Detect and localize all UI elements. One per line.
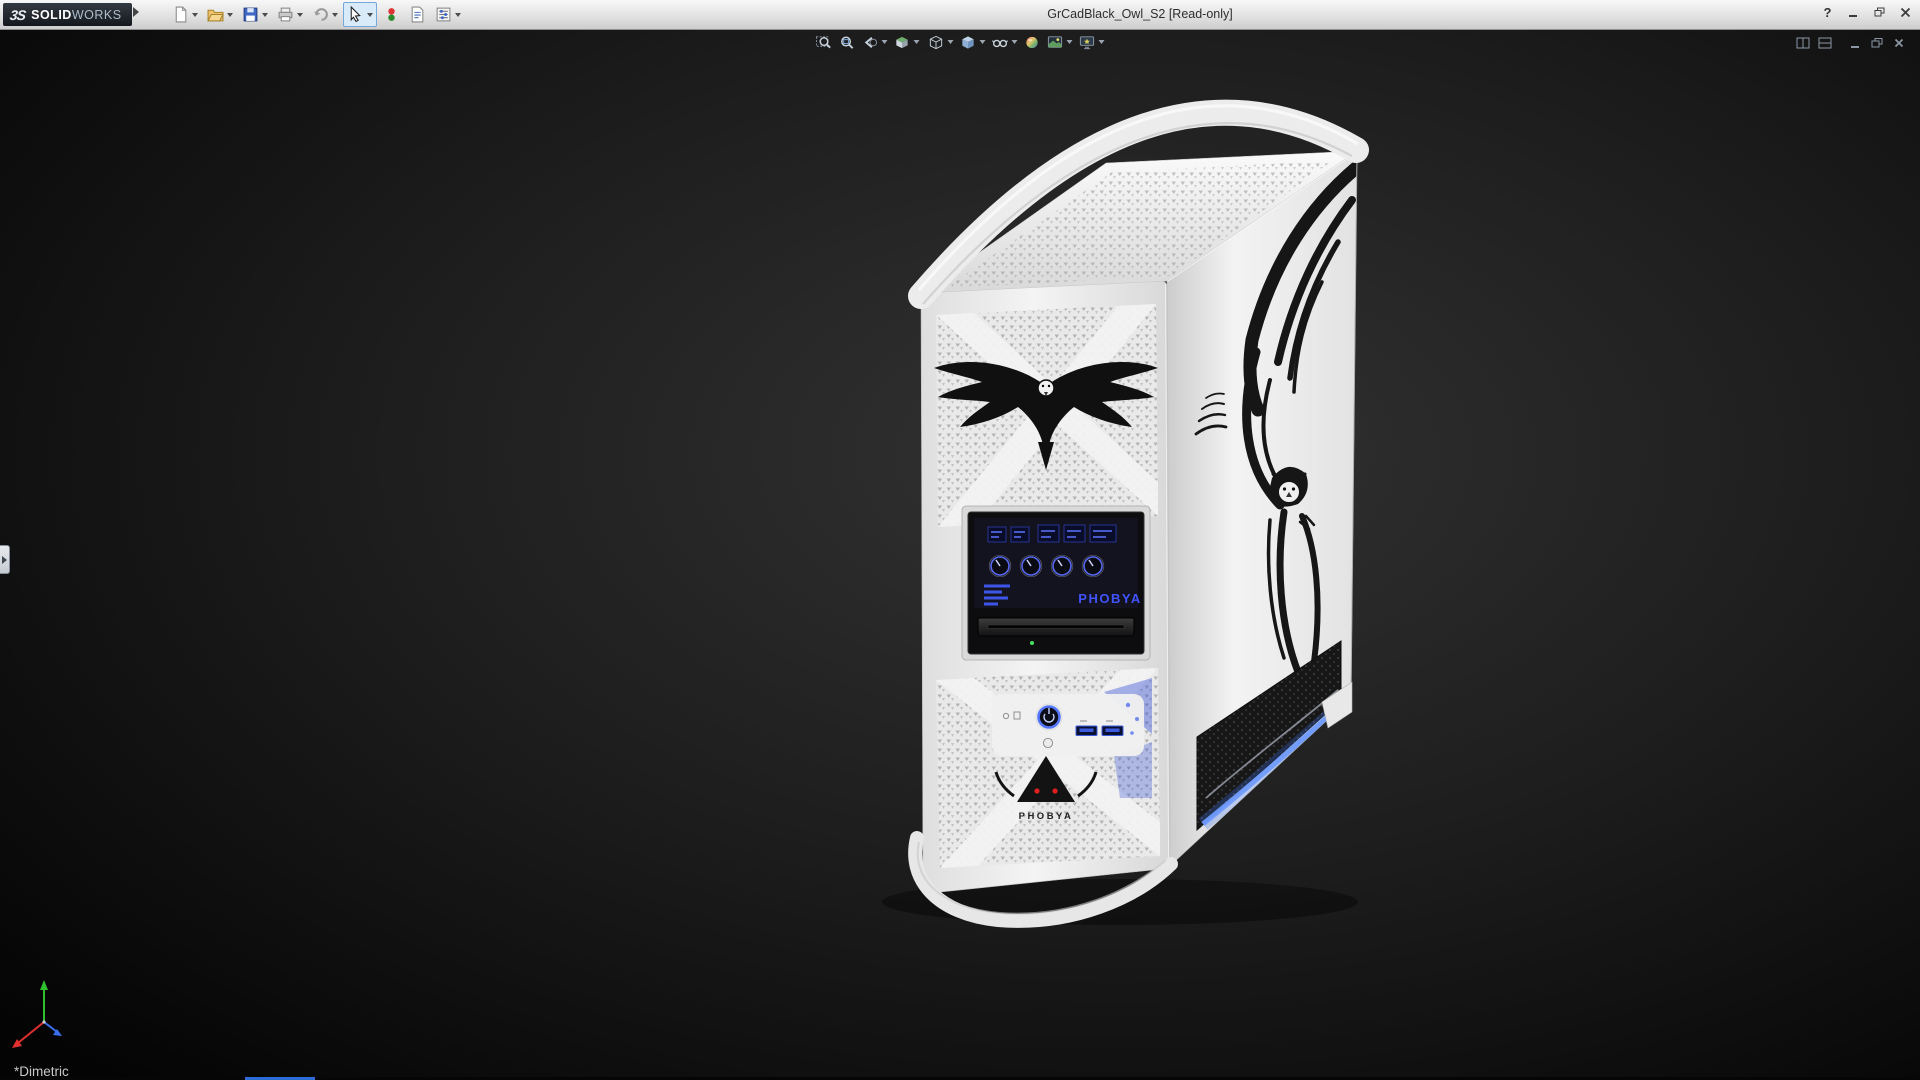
expand-arrow-icon	[2, 556, 7, 564]
file-properties-button[interactable]	[405, 2, 430, 27]
tile-vertical-button[interactable]	[1796, 36, 1810, 50]
close-button[interactable]	[1897, 4, 1914, 21]
view-orientation-button[interactable]	[926, 31, 956, 53]
open-button[interactable]	[203, 2, 237, 27]
dropdown-caret-icon[interactable]	[1012, 40, 1018, 44]
hide-show-items-icon	[992, 34, 1009, 51]
save-button[interactable]	[238, 2, 272, 27]
previous-view-icon	[862, 34, 879, 51]
new-document-icon	[172, 6, 189, 23]
hide-show-items-button[interactable]	[990, 31, 1020, 53]
window-controls: ?	[1819, 4, 1914, 21]
dropdown-caret-icon[interactable]	[297, 13, 303, 17]
open-icon	[207, 6, 224, 23]
close-icon	[1899, 6, 1912, 19]
file-properties-icon	[409, 6, 426, 23]
heads-up-view-toolbar	[814, 31, 1107, 53]
print-button[interactable]	[273, 2, 307, 27]
options-icon	[435, 6, 452, 23]
tile-horizontal-button[interactable]	[1818, 36, 1832, 50]
logo-flyout-arrow-icon[interactable]	[133, 7, 139, 17]
document-title: GrCadBlack_Owl_S2 [Read-only]	[480, 7, 1800, 21]
view-settings-button[interactable]	[1077, 31, 1107, 53]
minimize-doc-button[interactable]	[1848, 36, 1862, 50]
restore-doc-button[interactable]	[1870, 36, 1884, 50]
close-doc-icon	[1892, 36, 1906, 50]
brand-works: WORKS	[72, 8, 122, 22]
solidworks-logo: 3S SOLIDWORKS	[3, 3, 132, 26]
viewport-canvas[interactable]: PHOBYA	[0, 0, 1920, 1080]
io-plate	[992, 694, 1144, 756]
display-style-button[interactable]	[958, 31, 988, 53]
brand-solid: SOLID	[31, 8, 72, 22]
rebuild-icon	[383, 6, 400, 23]
dropdown-caret-icon[interactable]	[882, 40, 888, 44]
save-icon	[242, 6, 259, 23]
dropdown-caret-icon[interactable]	[1067, 40, 1073, 44]
zoom-fit-button[interactable]	[814, 31, 835, 53]
dropdown-caret-icon[interactable]	[262, 13, 268, 17]
front-panel: PHOBYA	[921, 281, 1170, 893]
dropdown-caret-icon[interactable]	[455, 13, 461, 17]
3ds-logo-icon: 3S	[9, 7, 26, 23]
view-settings-icon	[1079, 34, 1096, 51]
restore-icon	[1873, 6, 1886, 19]
dropdown-caret-icon[interactable]	[1099, 40, 1105, 44]
dropdown-caret-icon[interactable]	[192, 13, 198, 17]
select-icon	[347, 6, 364, 23]
view-orientation-icon	[928, 34, 945, 51]
zoom-fit-icon	[816, 34, 833, 51]
reset-button[interactable]	[1043, 738, 1052, 747]
phobya-logo-text: PHOBYA	[1019, 811, 1074, 822]
dropdown-caret-icon[interactable]	[980, 40, 986, 44]
zoom-area-button[interactable]	[837, 31, 858, 53]
minimize-icon	[1847, 6, 1860, 19]
rebuild-button[interactable]	[379, 2, 404, 27]
dropdown-caret-icon[interactable]	[332, 13, 338, 17]
minimize-doc-icon	[1848, 36, 1862, 50]
dropdown-caret-icon[interactable]	[914, 40, 920, 44]
document-window-controls	[1796, 36, 1906, 50]
edit-appearance-button[interactable]	[1022, 31, 1043, 53]
help-button[interactable]: ?	[1819, 4, 1836, 21]
dropdown-caret-icon[interactable]	[948, 40, 954, 44]
apply-scene-icon	[1047, 34, 1064, 51]
minimize-button[interactable]	[1845, 4, 1862, 21]
feature-tree-collapse-tab[interactable]	[0, 545, 10, 574]
apply-scene-button[interactable]	[1045, 31, 1075, 53]
lcd-brand-text: PHOBYA	[1078, 591, 1141, 606]
print-icon	[277, 6, 294, 23]
main-toolbar	[168, 2, 465, 27]
dropdown-caret-icon[interactable]	[227, 13, 233, 17]
lcd-fan-controller[interactable]: PHOBYA	[962, 506, 1150, 660]
undo-icon	[312, 6, 329, 23]
section-view-button[interactable]	[892, 31, 922, 53]
previous-view-button[interactable]	[860, 31, 890, 53]
new-document-button[interactable]	[168, 2, 202, 27]
tile-horizontal-icon	[1818, 36, 1832, 50]
dropdown-caret-icon[interactable]	[367, 13, 373, 17]
close-doc-button[interactable]	[1892, 36, 1906, 50]
restore-button[interactable]	[1871, 4, 1888, 21]
zoom-area-icon	[839, 34, 856, 51]
restore-doc-icon	[1870, 36, 1884, 50]
titlebar: 3S SOLIDWORKS GrCadBlack_Owl_S2 [Read-on…	[0, 0, 1920, 30]
options-button[interactable]	[431, 2, 465, 27]
edit-appearance-icon	[1024, 34, 1041, 51]
select-button[interactable]	[343, 2, 377, 27]
undo-button[interactable]	[308, 2, 342, 27]
drive-led	[1030, 641, 1034, 645]
section-view-icon	[894, 34, 911, 51]
tile-vertical-icon	[1796, 36, 1810, 50]
display-style-icon	[960, 34, 977, 51]
